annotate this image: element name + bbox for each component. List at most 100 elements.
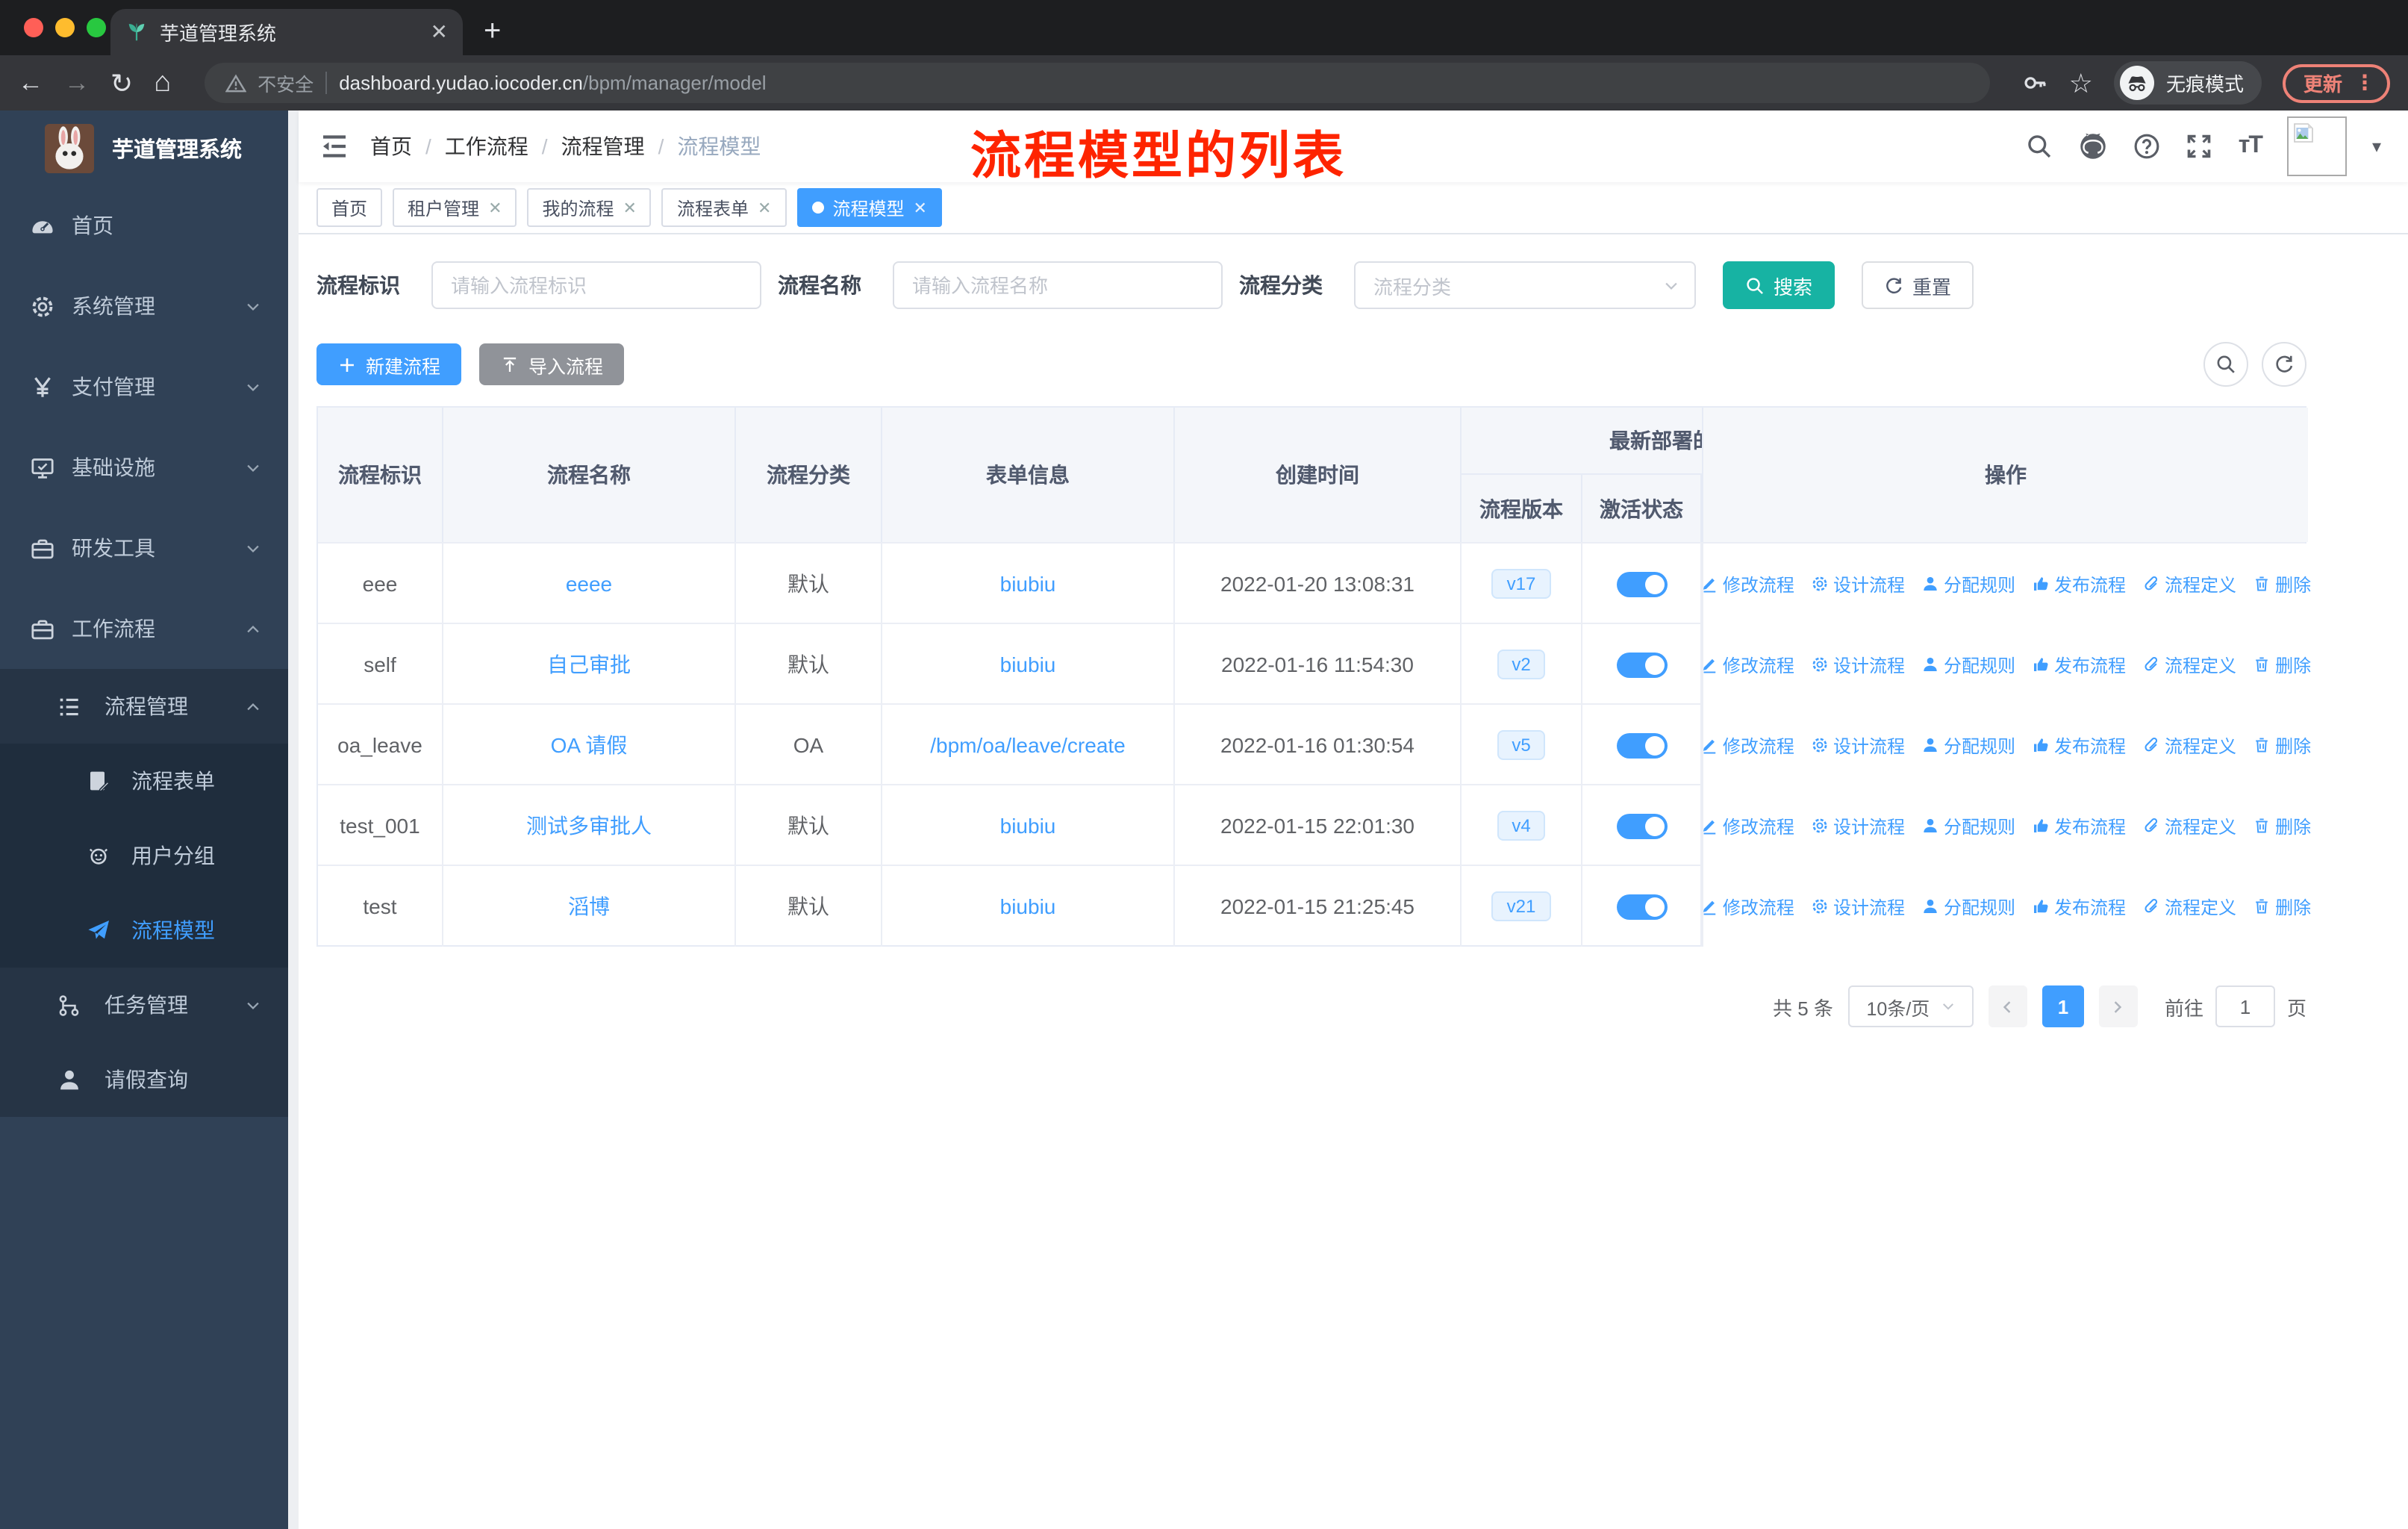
active-toggle[interactable] — [1616, 894, 1667, 919]
import-process-button[interactable]: 导入流程 — [479, 343, 625, 385]
breadcrumb-workflow[interactable]: 工作流程 — [445, 131, 528, 161]
avatar-caret-icon[interactable]: ▾ — [2372, 136, 2381, 157]
action-publish-link[interactable]: 发布流程 — [2032, 652, 2126, 677]
key-icon[interactable] — [2023, 70, 2048, 96]
action-publish-link[interactable]: 发布流程 — [2032, 571, 2126, 597]
reset-button[interactable]: 重置 — [1862, 261, 1974, 309]
sidebar-item-system[interactable]: 系统管理 — [0, 266, 288, 346]
cell-form-link[interactable]: biubiu — [882, 785, 1175, 866]
page-size-select[interactable]: 10条/页 — [1847, 985, 1974, 1027]
active-toggle[interactable] — [1616, 732, 1667, 758]
app-logo[interactable]: 芋道管理系统 — [0, 110, 288, 185]
create-process-button[interactable]: 新建流程 — [316, 343, 462, 385]
browser-tab[interactable]: 芋道管理系统 ✕ — [110, 9, 463, 55]
bookmark-star-icon[interactable]: ☆ — [2069, 69, 2093, 96]
action-delete-link[interactable]: 删除 — [2253, 813, 2311, 838]
window-close-button[interactable] — [24, 18, 43, 37]
browser-menu-icon[interactable]: ⋮ — [2354, 70, 2375, 96]
process-name-input[interactable] — [893, 261, 1223, 309]
sidebar-item-leave-query[interactable]: 请假查询 — [0, 1042, 288, 1117]
toggle-search-button[interactable] — [2203, 342, 2248, 387]
action-assign-link[interactable]: 分配规则 — [1921, 813, 2015, 838]
sidebar-item-user-group[interactable]: 用户分组 — [0, 818, 288, 893]
action-publish-link[interactable]: 发布流程 — [2032, 813, 2126, 838]
action-delete-link[interactable]: 删除 — [2253, 571, 2311, 597]
home-button[interactable]: ⌂ — [154, 69, 171, 97]
tag-process-form[interactable]: 流程表单 ✕ — [661, 188, 787, 227]
font-size-icon[interactable]: тT — [2239, 133, 2263, 160]
prev-page-button[interactable] — [1988, 985, 2027, 1027]
close-icon[interactable]: ✕ — [488, 198, 502, 217]
action-assign-link[interactable]: 分配规则 — [1921, 652, 2015, 677]
window-zoom-button[interactable] — [87, 18, 106, 37]
action-modify-link[interactable]: 修改流程 — [1700, 813, 1794, 838]
breadcrumb-home[interactable]: 首页 — [370, 131, 412, 161]
action-definition-link[interactable]: 流程定义 — [2142, 732, 2236, 758]
sidebar-item-task-mgmt[interactable]: 任务管理 — [0, 968, 288, 1042]
action-design-link[interactable]: 设计流程 — [1811, 813, 1905, 838]
current-page-button[interactable]: 1 — [2042, 985, 2084, 1027]
breadcrumb-process-mgmt[interactable]: 流程管理 — [561, 131, 645, 161]
sidebar-item-devtools[interactable]: 研发工具 — [0, 508, 288, 588]
close-icon[interactable]: ✕ — [913, 198, 926, 217]
cell-form-link[interactable]: biubiu — [882, 624, 1175, 705]
tag-process-model[interactable]: 流程模型 ✕ — [796, 188, 942, 227]
active-toggle[interactable] — [1616, 813, 1667, 838]
cell-name-link[interactable]: 自己审批 — [443, 624, 736, 705]
tab-close-icon[interactable]: ✕ — [431, 19, 448, 45]
process-category-select[interactable]: 流程分类 — [1354, 261, 1696, 309]
action-design-link[interactable]: 设计流程 — [1811, 894, 1905, 919]
window-minimize-button[interactable] — [55, 18, 75, 37]
tag-my-process[interactable]: 我的流程 ✕ — [527, 188, 652, 227]
goto-page-input[interactable] — [2215, 985, 2275, 1027]
sidebar-item-workflow[interactable]: 工作流程 — [0, 588, 288, 669]
action-modify-link[interactable]: 修改流程 — [1700, 571, 1794, 597]
sidebar-item-home[interactable]: 首页 — [0, 185, 288, 266]
sidebar-item-payment[interactable]: 支付管理 — [0, 346, 288, 427]
search-button[interactable]: 搜索 — [1723, 261, 1835, 309]
action-design-link[interactable]: 设计流程 — [1811, 732, 1905, 758]
action-assign-link[interactable]: 分配规则 — [1921, 894, 2015, 919]
active-toggle[interactable] — [1616, 571, 1667, 597]
github-icon[interactable] — [2079, 131, 2109, 161]
action-delete-link[interactable]: 删除 — [2253, 652, 2311, 677]
action-modify-link[interactable]: 修改流程 — [1700, 652, 1794, 677]
action-delete-link[interactable]: 删除 — [2253, 732, 2311, 758]
tag-home[interactable]: 首页 — [316, 188, 383, 227]
cell-form-link[interactable]: biubiu — [882, 544, 1175, 624]
action-publish-link[interactable]: 发布流程 — [2032, 894, 2126, 919]
cell-name-link[interactable]: 测试多审批人 — [443, 785, 736, 866]
action-modify-link[interactable]: 修改流程 — [1700, 732, 1794, 758]
process-id-input[interactable] — [431, 261, 761, 309]
close-icon[interactable]: ✕ — [758, 198, 771, 217]
search-icon[interactable] — [2027, 133, 2053, 160]
new-tab-button[interactable]: + — [484, 15, 501, 49]
cell-name-link[interactable]: 滔博 — [443, 866, 736, 947]
update-chip[interactable]: 更新 ⋮ — [2282, 63, 2390, 102]
action-assign-link[interactable]: 分配规则 — [1921, 571, 2015, 597]
address-bar[interactable]: 不安全 dashboard.yudao.iocoder.cn/bpm/manag… — [204, 63, 1990, 103]
sidebar-item-process-mgmt[interactable]: 流程管理 — [0, 669, 288, 744]
action-definition-link[interactable]: 流程定义 — [2142, 571, 2236, 597]
back-button[interactable]: ← — [18, 70, 43, 96]
refresh-table-button[interactable] — [2262, 342, 2306, 387]
cell-form-link[interactable]: /bpm/oa/leave/create — [882, 705, 1175, 785]
sidebar-item-infra[interactable]: 基础设施 — [0, 427, 288, 508]
action-definition-link[interactable]: 流程定义 — [2142, 813, 2236, 838]
action-publish-link[interactable]: 发布流程 — [2032, 732, 2126, 758]
action-delete-link[interactable]: 删除 — [2253, 894, 2311, 919]
cell-name-link[interactable]: eeee — [443, 544, 736, 624]
help-icon[interactable] — [2134, 133, 2161, 160]
next-page-button[interactable] — [2098, 985, 2138, 1027]
hamburger-icon[interactable] — [319, 131, 349, 161]
fullscreen-icon[interactable] — [2186, 133, 2213, 160]
action-modify-link[interactable]: 修改流程 — [1700, 894, 1794, 919]
action-definition-link[interactable]: 流程定义 — [2142, 652, 2236, 677]
action-definition-link[interactable]: 流程定义 — [2142, 894, 2236, 919]
cell-name-link[interactable]: OA 请假 — [443, 705, 736, 785]
action-design-link[interactable]: 设计流程 — [1811, 571, 1905, 597]
action-assign-link[interactable]: 分配规则 — [1921, 732, 2015, 758]
reload-button[interactable]: ↻ — [110, 69, 133, 96]
sidebar-item-process-form[interactable]: 流程表单 — [0, 744, 288, 818]
active-toggle[interactable] — [1616, 652, 1667, 677]
